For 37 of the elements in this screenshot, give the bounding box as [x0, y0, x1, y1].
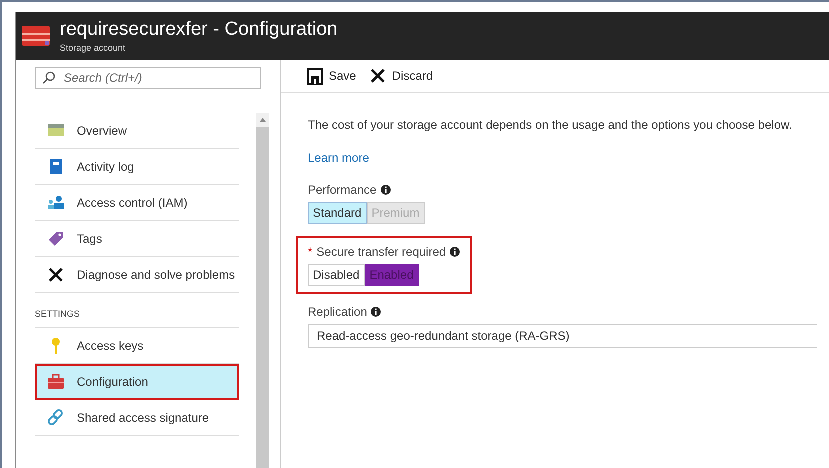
storage-icon	[21, 24, 51, 48]
link-icon	[47, 408, 65, 426]
learn-more-link[interactable]: Learn more	[308, 151, 370, 165]
sidebar-item[interactable]: Configuration	[35, 364, 239, 400]
close-icon	[370, 68, 386, 84]
field-label: Performance	[308, 183, 377, 197]
briefcase-icon	[47, 372, 65, 390]
required-mark: *	[308, 245, 313, 259]
section-heading: SETTINGS	[35, 293, 239, 328]
toggle-option[interactable]: Standard	[308, 202, 367, 224]
sidebar-item[interactable]: Overview	[35, 113, 239, 149]
discard-button[interactable]: Discard	[370, 68, 434, 84]
search-icon	[42, 71, 56, 85]
sidebar-item[interactable]: Shared access signature	[35, 400, 239, 436]
people-icon	[47, 194, 65, 212]
window-subtitle: Storage account	[60, 43, 127, 53]
toggle-option[interactable]: Disabled	[308, 264, 365, 286]
info-icon	[380, 185, 391, 195]
tag-icon	[47, 230, 65, 248]
sidebar-item[interactable]: Access control (IAM)	[35, 185, 239, 221]
info-icon	[371, 307, 382, 317]
tools-icon	[47, 266, 65, 284]
sidebar-item[interactable]: Diagnose and solve problems	[35, 257, 239, 293]
info-icon	[450, 247, 460, 257]
scrollbar[interactable]	[256, 113, 269, 468]
field-label: Replication	[308, 305, 368, 319]
save-button[interactable]: Save	[307, 68, 356, 84]
description-text: The cost of your storage account depends on the usage and the options you choose below.	[308, 118, 794, 132]
search-field[interactable]: Search (Ctrl+/)	[35, 67, 261, 89]
sidebar-item[interactable]: Tags	[35, 221, 239, 257]
save-icon	[307, 68, 323, 84]
replication-dropdown[interactable]: Read-access geo-redundant storage (RA-GRS)	[308, 324, 817, 348]
field-label: Secure transfer required	[316, 245, 446, 259]
book-icon	[47, 158, 65, 176]
scroll-up-icon	[260, 118, 266, 122]
window-title: requiresecurexfer - Configuration	[60, 19, 338, 41]
sidebar-item[interactable]: Activity log	[35, 149, 239, 185]
